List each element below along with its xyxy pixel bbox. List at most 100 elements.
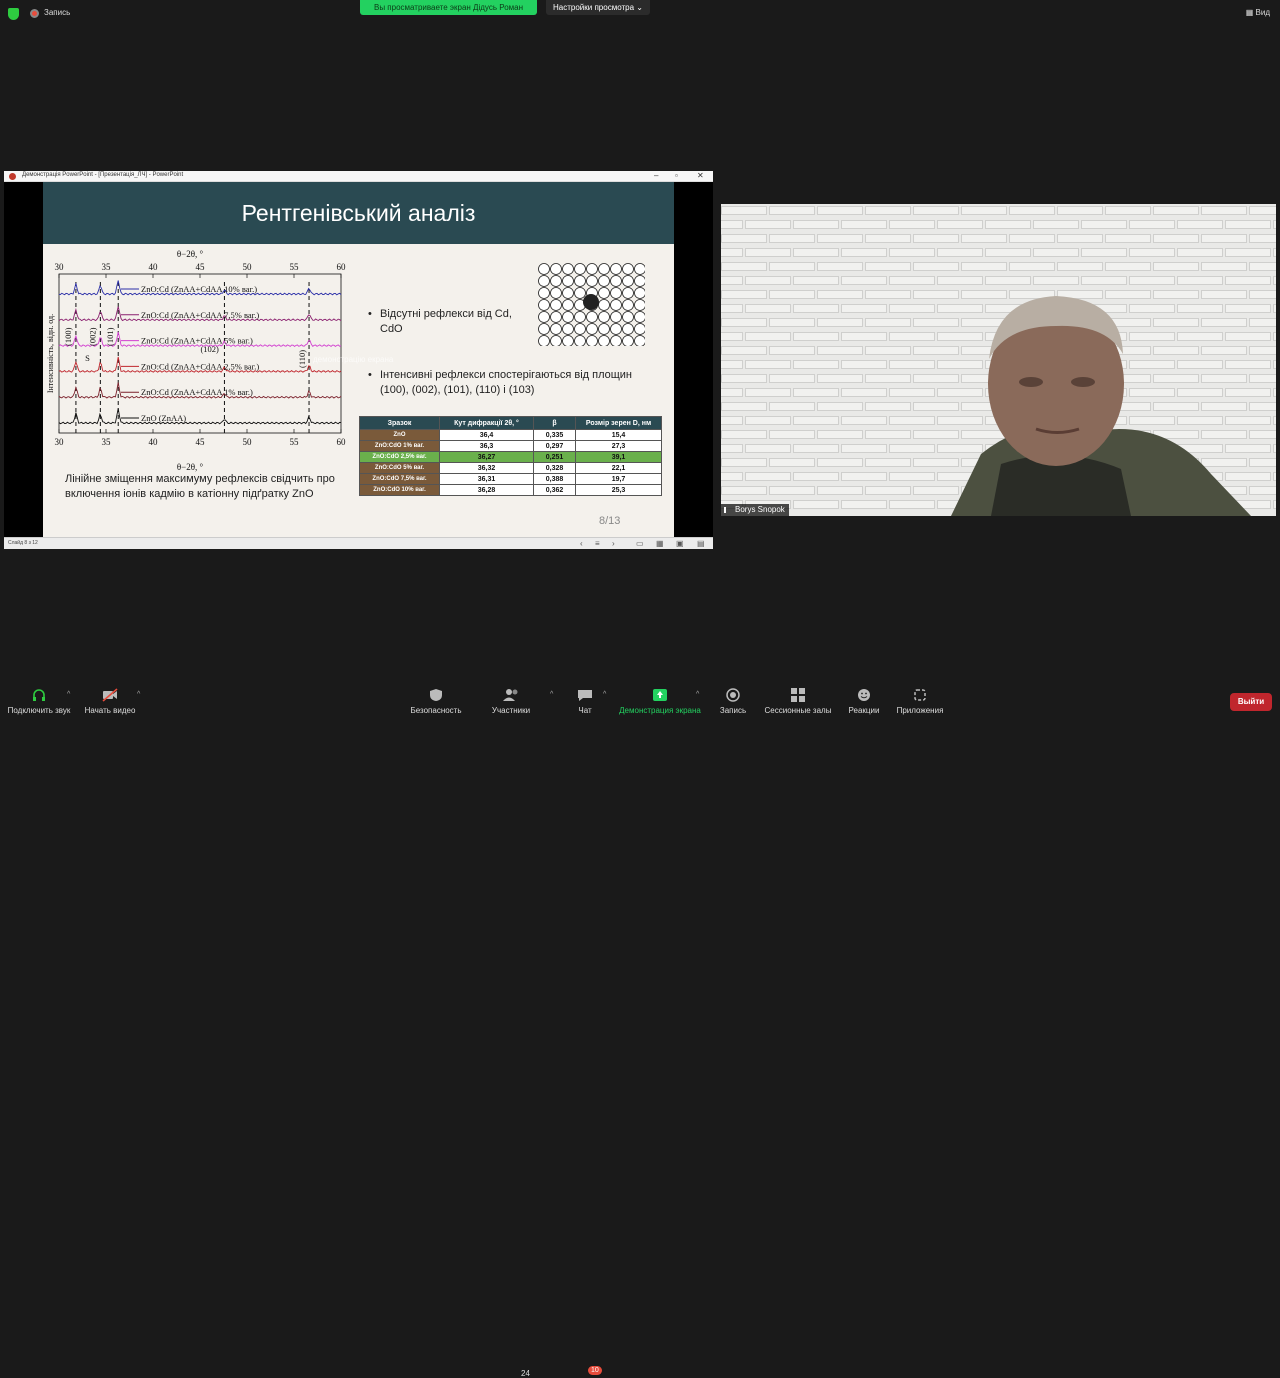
sorter-view-icon[interactable]: ▦ [656, 539, 664, 548]
audio-options-caret-icon[interactable]: ^ [67, 691, 70, 698]
breakout-rooms-label: Сессионные залы [764, 706, 832, 715]
brick [769, 290, 815, 299]
table-row: ZnO:CdO 1% ваг. 36,3 0,297 27,3 [359, 440, 662, 452]
x-tick-label-top: 60 [337, 262, 347, 272]
value-cell: 36,28 [439, 484, 534, 496]
bullet-2: • Інтенсивні рефлекси спостерігаються від… [368, 368, 635, 398]
share-screen-button[interactable]: Демонстрация экрана [614, 680, 706, 720]
chat-button[interactable]: Чат [570, 680, 600, 720]
meeting-toolbar: Подключить звук ^ Начать видео ^ Безопас… [0, 680, 1280, 1378]
share-caret-icon[interactable]: ^ [696, 691, 699, 698]
record-icon [30, 9, 39, 18]
brick [1081, 248, 1127, 257]
normal-view-icon[interactable]: ▭ [636, 539, 644, 548]
slide-note: Лінійне зміщення максимуму рефлексів сві… [65, 473, 335, 500]
legend-label: ZnO:Cd (ZnAA+CdAA 10% ваг.) [141, 284, 257, 294]
brick [721, 276, 743, 285]
menu-icon[interactable]: ≡ [595, 539, 600, 548]
restore-button[interactable]: ▫ [675, 171, 678, 180]
lattice-atom [610, 263, 622, 275]
value-cell: 36,32 [439, 462, 534, 474]
brick [1105, 206, 1151, 215]
bullet-dot: • [368, 369, 372, 381]
lattice-atom [538, 263, 550, 275]
lattice-atom [550, 275, 562, 287]
view-settings-button[interactable]: Настройки просмотра ⌄ [546, 0, 650, 15]
slide-counter: Слайд 8 з 12 [8, 540, 38, 546]
brick [985, 220, 1031, 229]
lattice-atom [598, 275, 610, 287]
brick [721, 206, 767, 215]
next-slide-icon[interactable]: › [612, 539, 615, 548]
brick [841, 220, 887, 229]
x-tick-label-bottom: 35 [102, 437, 112, 447]
peak-label: (101) [105, 327, 115, 346]
brick [913, 234, 959, 243]
participants-caret-icon[interactable]: ^ [550, 691, 553, 698]
lattice-atom [538, 299, 550, 311]
screen-share-banner: Вы просматриваете экран Дідусь Роман [360, 0, 537, 15]
brick [745, 304, 791, 313]
unmute-label: Подключить звук [7, 706, 71, 715]
table-row: ZnO:CdO 7,5% ваг. 36,31 0,388 19,7 [359, 473, 662, 485]
sample-cell: ZnO:CdO 7,5% ваг. [359, 473, 440, 485]
apps-button[interactable]: Приложения [892, 680, 948, 720]
brick [769, 346, 815, 355]
unmute-button[interactable]: Подключить звук [4, 680, 74, 720]
brick [721, 318, 767, 327]
lattice-atom [634, 275, 645, 287]
record-status-label[interactable]: Запись [44, 8, 70, 17]
lattice-atom [634, 299, 645, 311]
peak-symbol-label: S [85, 353, 90, 363]
lattice-atom [574, 323, 586, 335]
brick [745, 276, 791, 285]
record-button[interactable]: Запись [714, 680, 752, 720]
sample-cell: ZnO:CdO 10% ваг. [359, 484, 440, 496]
slideshow-icon[interactable]: ▤ [697, 539, 705, 548]
minimize-button[interactable]: – [654, 171, 658, 180]
xrd-chart: 30 30 35 35 40 40 45 45 50 50 55 55 60 60 θ−2θ, ° θ−2θ,… [46, 249, 347, 472]
table-row: ZnO:CdO 2,5% ваг. 36,27 0,251 39,1 [359, 451, 662, 463]
video-options-caret-icon[interactable]: ^ [137, 691, 140, 698]
slide-title: Рентгенівський аналіз [241, 200, 476, 226]
lattice-atom [634, 311, 645, 323]
brick [793, 248, 839, 257]
value-cell: 25,3 [575, 484, 662, 496]
table-header-row: Зразок Кут дифракції 2θ, ° β Розмір зере… [359, 416, 662, 430]
lattice-atom [574, 335, 586, 346]
participant-video[interactable]: Borys Snopok [721, 204, 1276, 516]
security-button[interactable]: Безопасность [406, 680, 466, 720]
leave-button[interactable]: Выйти [1230, 693, 1272, 711]
chat-icon [578, 690, 592, 701]
brick [769, 374, 815, 383]
start-video-button[interactable]: Начать видео [80, 680, 140, 720]
brick [745, 248, 791, 257]
chat-caret-icon[interactable]: ^ [603, 691, 606, 698]
lattice-atom [538, 335, 550, 346]
slide-header: Рентгенівський аналіз [43, 182, 674, 244]
view-button[interactable]: ▦ Вид [1246, 8, 1270, 17]
share-screen-icon [653, 689, 667, 701]
brick [721, 486, 767, 495]
security-shield-icon[interactable] [8, 8, 19, 20]
lattice-atom [550, 299, 562, 311]
brick [1225, 248, 1271, 257]
sample-cell: ZnO [359, 429, 440, 441]
chat-unread-badge: 10 [588, 1366, 602, 1375]
reading-view-icon[interactable]: ▣ [676, 539, 684, 548]
lattice-atom [622, 287, 634, 299]
value-cell: 36,27 [439, 451, 534, 463]
prev-slide-icon[interactable]: ‹ [580, 539, 583, 548]
lattice-atom [562, 299, 574, 311]
brick [1153, 234, 1199, 243]
legend-label: ZnO:Cd (ZnAA+CdAA 1% ваг.) [141, 387, 253, 397]
brick [1201, 234, 1247, 243]
brick [721, 402, 767, 411]
table-header-cell: β [533, 416, 576, 430]
reactions-button[interactable]: Реакции [844, 680, 884, 720]
brick [745, 416, 791, 425]
breakout-rooms-button[interactable]: Сессионные залы [762, 680, 834, 720]
close-button[interactable]: ✕ [697, 171, 704, 180]
value-cell: 0,297 [533, 440, 576, 452]
participants-button[interactable]: Участники [484, 680, 538, 720]
